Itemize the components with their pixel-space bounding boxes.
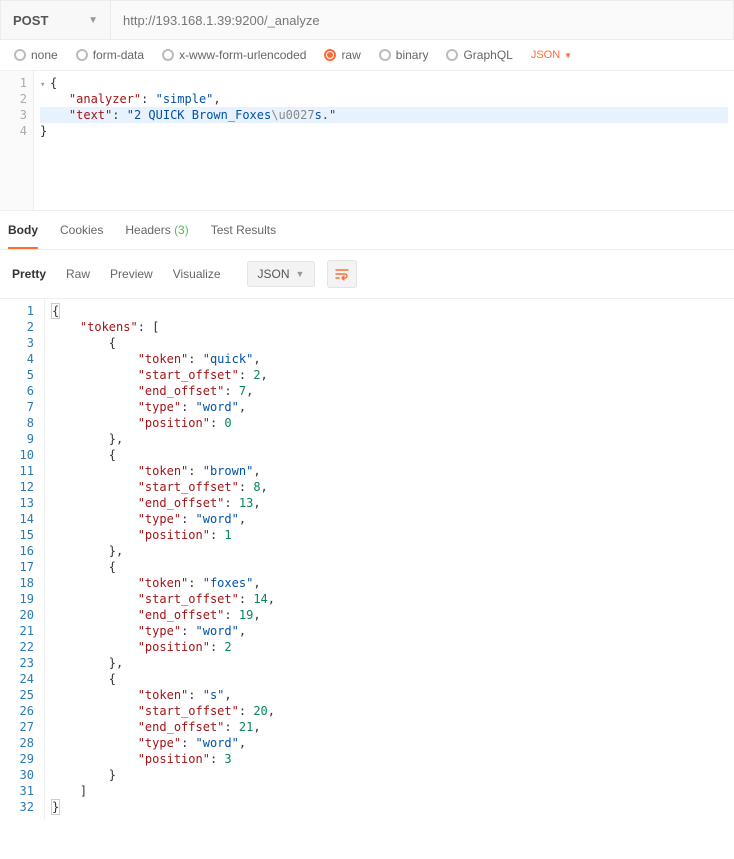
- code-line[interactable]: {: [51, 671, 728, 687]
- method-select[interactable]: POST ▼: [1, 1, 111, 39]
- code-line[interactable]: "type": "word",: [51, 623, 728, 639]
- code-line[interactable]: },: [51, 655, 728, 671]
- code-line[interactable]: },: [51, 431, 728, 447]
- body-type-none[interactable]: none: [14, 48, 58, 62]
- tab-headers[interactable]: Headers (3): [125, 223, 188, 249]
- code-line[interactable]: "position": 1: [51, 527, 728, 543]
- code-line[interactable]: "position": 0: [51, 415, 728, 431]
- raw-format-label: JSON: [531, 49, 560, 61]
- code-line[interactable]: "end_offset": 19,: [51, 607, 728, 623]
- code-line[interactable]: "analyzer": "simple",: [40, 91, 728, 107]
- radio-icon: [324, 49, 336, 61]
- radio-icon: [162, 49, 174, 61]
- chevron-down-icon: ▼: [564, 51, 572, 60]
- tab-label: Headers: [125, 223, 170, 237]
- code-line[interactable]: {: [51, 559, 728, 575]
- code-line[interactable]: {: [51, 335, 728, 351]
- radio-icon: [76, 49, 88, 61]
- code-line[interactable]: "token": "s",: [51, 687, 728, 703]
- radio-icon: [379, 49, 391, 61]
- code-line[interactable]: "type": "word",: [51, 735, 728, 751]
- code-line[interactable]: "start_offset": 14,: [51, 591, 728, 607]
- code-line[interactable]: "type": "word",: [51, 399, 728, 415]
- code-line[interactable]: "token": "foxes",: [51, 575, 728, 591]
- wrap-lines-button[interactable]: [327, 260, 357, 288]
- url-input[interactable]: http://193.168.1.39:9200/_analyze: [111, 1, 733, 39]
- url-text: http://193.168.1.39:9200/_analyze: [123, 13, 320, 28]
- code-line[interactable]: "position": 2: [51, 639, 728, 655]
- radio-label: none: [31, 48, 58, 62]
- request-body-editor[interactable]: 1234 ▾{ "analyzer": "simple", "text": "2…: [0, 71, 734, 211]
- chevron-down-icon: ▼: [88, 15, 98, 26]
- view-bar: Pretty Raw Preview Visualize JSON ▼: [0, 250, 734, 298]
- code-line[interactable]: "end_offset": 7,: [51, 383, 728, 399]
- view-mode-pretty[interactable]: Pretty: [12, 267, 46, 281]
- code-line[interactable]: ▾{: [40, 75, 728, 91]
- code-line[interactable]: "position": 3: [51, 751, 728, 767]
- code-line[interactable]: "start_offset": 20,: [51, 703, 728, 719]
- body-type-x-www-form-urlencoded[interactable]: x-www-form-urlencoded: [162, 48, 306, 62]
- radio-label: binary: [396, 48, 429, 62]
- format-label: JSON: [258, 267, 290, 281]
- code-line[interactable]: "text": "2 QUICK Brown_Foxes\u0027s.": [40, 107, 728, 123]
- code-line[interactable]: }: [40, 123, 728, 139]
- code-line[interactable]: },: [51, 543, 728, 559]
- view-mode-preview[interactable]: Preview: [110, 267, 153, 281]
- request-bar: POST ▼ http://193.168.1.39:9200/_analyze: [0, 0, 734, 40]
- chevron-down-icon: ▼: [296, 269, 305, 279]
- response-gutter: 1234567891011121314151617181920212223242…: [0, 299, 44, 819]
- radio-label: GraphQL: [463, 48, 512, 62]
- tab-body[interactable]: Body: [8, 223, 38, 249]
- body-type-raw[interactable]: raw: [324, 48, 360, 62]
- radio-icon: [14, 49, 26, 61]
- view-mode-raw[interactable]: Raw: [66, 267, 90, 281]
- code-line[interactable]: }: [51, 799, 728, 815]
- body-type-binary[interactable]: binary: [379, 48, 429, 62]
- view-mode-visualize[interactable]: Visualize: [173, 267, 221, 281]
- response-code[interactable]: { "tokens": [ { "token": "quick", "start…: [44, 299, 734, 819]
- method-label: POST: [13, 13, 48, 28]
- body-type-row: none form-data x-www-form-urlencoded raw bin…: [0, 40, 734, 71]
- radio-label: x-www-form-urlencoded: [179, 48, 306, 62]
- tab-count: (3): [174, 223, 189, 237]
- request-code[interactable]: ▾{ "analyzer": "simple", "text": "2 QUIC…: [34, 71, 734, 210]
- format-select[interactable]: JSON ▼: [247, 261, 316, 287]
- tab-label: Test Results: [211, 223, 276, 237]
- code-line[interactable]: "token": "quick",: [51, 351, 728, 367]
- code-line[interactable]: }: [51, 767, 728, 783]
- code-line[interactable]: ]: [51, 783, 728, 799]
- request-gutter: 1234: [0, 71, 34, 210]
- tab-test-results[interactable]: Test Results: [211, 223, 276, 249]
- view-modes: Pretty Raw Preview Visualize: [12, 267, 221, 281]
- radio-icon: [446, 49, 458, 61]
- code-line[interactable]: "end_offset": 21,: [51, 719, 728, 735]
- code-line[interactable]: "end_offset": 13,: [51, 495, 728, 511]
- code-line[interactable]: "token": "brown",: [51, 463, 728, 479]
- code-line[interactable]: "tokens": [: [51, 319, 728, 335]
- tab-label: Body: [8, 223, 38, 237]
- raw-format-select[interactable]: JSON ▼: [531, 49, 572, 61]
- body-type-GraphQL[interactable]: GraphQL: [446, 48, 512, 62]
- code-line[interactable]: {: [51, 303, 728, 319]
- body-type-form-data[interactable]: form-data: [76, 48, 144, 62]
- tab-label: Cookies: [60, 223, 103, 237]
- response-body-editor[interactable]: 1234567891011121314151617181920212223242…: [0, 298, 734, 819]
- code-line[interactable]: "start_offset": 8,: [51, 479, 728, 495]
- tab-cookies[interactable]: Cookies: [60, 223, 103, 249]
- wrap-icon: [335, 267, 349, 281]
- code-line[interactable]: "type": "word",: [51, 511, 728, 527]
- radio-label: raw: [341, 48, 360, 62]
- radio-label: form-data: [93, 48, 144, 62]
- code-line[interactable]: "start_offset": 2,: [51, 367, 728, 383]
- response-tabs: Body Cookies Headers (3) Test Results: [0, 211, 734, 250]
- code-line[interactable]: {: [51, 447, 728, 463]
